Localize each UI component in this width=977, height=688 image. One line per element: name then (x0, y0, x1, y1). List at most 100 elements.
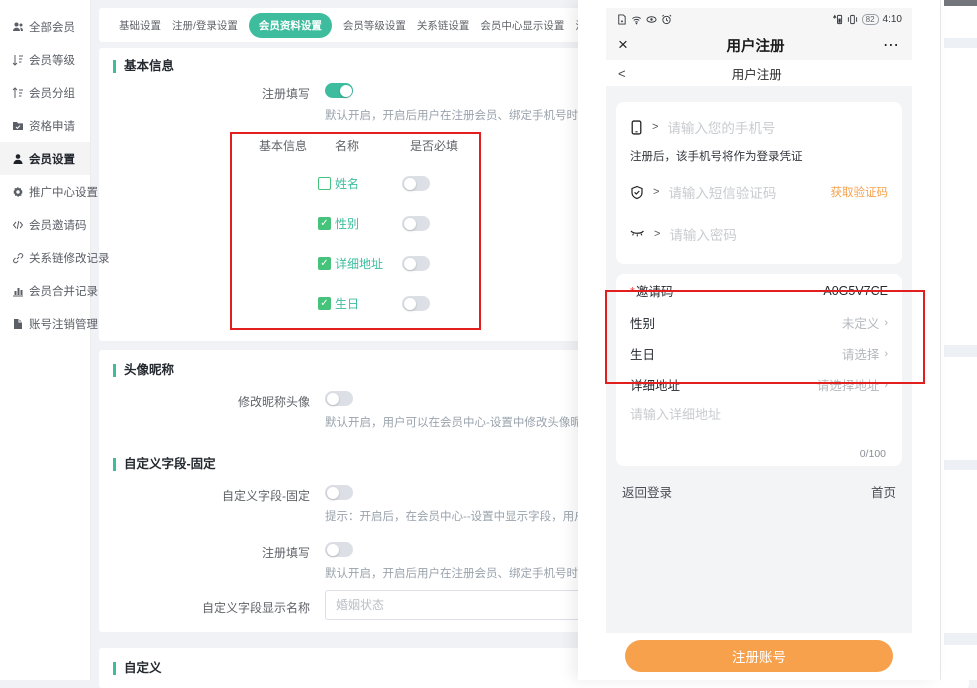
status-right-icons: 82 4:10 (832, 14, 902, 25)
row-label: 生日 (630, 344, 655, 363)
password-row[interactable]: > 请输入密码 (630, 214, 888, 254)
field-row-name: 姓名 (318, 175, 359, 192)
status-time: 4:10 (883, 14, 902, 25)
chevron-right-icon: > (653, 186, 659, 198)
invite-code-value: A0G5V7CE (823, 284, 888, 298)
section-title-custom: 自定义 (113, 662, 162, 675)
required-toggle-gender[interactable] (402, 216, 430, 231)
sidebar-item-all-members[interactable]: 全部会员 (0, 10, 90, 43)
tab-member-center-display[interactable]: 会员中心显示设置 (480, 18, 564, 33)
eye-closed-icon (630, 229, 645, 239)
required-asterisk: * (630, 285, 635, 299)
eye-comfort-icon (646, 14, 657, 25)
register-account-button[interactable]: 注册账号 (625, 640, 893, 672)
page-nav-title: 用户注册 (626, 64, 888, 83)
file-icon (11, 317, 24, 330)
sidebar-item-merge-log[interactable]: 会员合并记录 (0, 274, 90, 307)
home-link[interactable]: 首页 (871, 482, 896, 501)
phone-body: > 请输入您的手机号 注册后，该手机号将作为登录凭证 > 请输入短信验证码 获取… (606, 86, 912, 633)
close-icon[interactable]: × (618, 35, 628, 55)
sim-card-icon (616, 14, 627, 25)
sort-level-icon (11, 53, 24, 66)
field-label: 性别 (335, 215, 359, 232)
table-header-required: 是否必填 (410, 137, 458, 154)
gear-icon (11, 185, 24, 198)
sidebar-item-qualification[interactable]: 资格申请 (0, 109, 90, 142)
modify-nickname-label: 修改昵称头像 (119, 393, 310, 410)
phone-footer-links: 返回登录 首页 (616, 466, 902, 501)
back-to-login-link[interactable]: 返回登录 (622, 482, 672, 501)
section-title-avatar-nickname: 头像昵称 (113, 364, 174, 377)
bar-chart-icon (11, 284, 24, 297)
sidebar-item-account-cancel[interactable]: 账号注销管理 (0, 307, 90, 340)
section-title-basic-info: 基本信息 (113, 60, 174, 73)
wifi-icon (631, 14, 642, 25)
register-fill-toggle[interactable] (325, 83, 353, 98)
row-value: 未定义 (842, 313, 880, 332)
modify-nickname-toggle[interactable] (325, 391, 353, 406)
background-band (944, 0, 977, 6)
smartphone-icon (630, 120, 643, 135)
required-toggle-address[interactable] (402, 256, 430, 271)
sidebar-item-promotion-settings[interactable]: 推广中心设置 (0, 175, 90, 208)
more-icon[interactable]: ⋯ (883, 35, 900, 55)
mobile-placeholder: 请输入您的手机号 (667, 117, 888, 137)
address-select-row[interactable]: 详细地址 请选择地址› (630, 369, 888, 400)
tab-relation-chain-settings[interactable]: 关系链设置 (417, 18, 470, 33)
folder-check-icon (11, 119, 24, 132)
row-value: 请选择 (842, 344, 880, 363)
required-toggle-name[interactable] (402, 176, 430, 191)
invite-code-row[interactable]: *邀请码 A0G5V7CE (630, 274, 888, 307)
tab-basic-settings[interactable]: 基础设置 (119, 18, 161, 33)
users-icon (11, 20, 24, 33)
get-code-button[interactable]: 获取验证码 (831, 184, 889, 200)
birthday-select-row[interactable]: 生日 请选择› (630, 338, 888, 369)
battery-icon: 82 (862, 14, 879, 25)
sidebar-item-invite-code[interactable]: 会员邀请码 (0, 208, 90, 241)
checkbox-gender[interactable]: ✓ (318, 217, 331, 230)
credentials-card: > 请输入您的手机号 注册后，该手机号将作为登录凭证 > 请输入短信验证码 获取… (616, 102, 902, 264)
tab-member-level-settings[interactable]: 会员等级设置 (343, 18, 406, 33)
mobile-note: 注册后，该手机号将作为登录凭证 (630, 146, 888, 170)
sms-code-row[interactable]: > 请输入短信验证码 获取验证码 (630, 170, 888, 214)
sidebar-item-label: 推广中心设置 (29, 184, 98, 200)
background-page-strip (940, 0, 977, 680)
tab-register-login-settings[interactable]: 注册/登录设置 (172, 18, 238, 33)
custom-fixed-toggle[interactable] (325, 485, 353, 500)
field-row-birthday: ✓ 生日 (318, 295, 359, 312)
required-toggle-birthday[interactable] (402, 296, 430, 311)
checkbox-birthday[interactable]: ✓ (318, 297, 331, 310)
row-label: 详细地址 (630, 375, 680, 394)
sidebar-item-member-level[interactable]: 会员等级 (0, 43, 90, 76)
phone-screen: 82 4:10 × 用户注册 ⋯ < 用户注册 > 请输入您的手机号 注册后，该… (606, 8, 912, 633)
register-fill-label: 注册填写 (119, 85, 310, 102)
modify-nickname-helper: 默认开启，用户可以在会员中心-设置中修改头像昵称 (325, 414, 593, 430)
custom-register-fill-toggle[interactable] (325, 542, 353, 557)
phone-preview-panel: 82 4:10 × 用户注册 ⋯ < 用户注册 > 请输入您的手机号 注册后，该… (578, 0, 940, 680)
chevron-right-icon: > (652, 121, 658, 133)
status-left-icons (616, 14, 672, 25)
char-counter: 0/100 (860, 448, 886, 460)
section-title-custom-fixed: 自定义字段-固定 (113, 458, 216, 471)
background-band (944, 38, 977, 48)
field-label: 详细地址 (335, 255, 383, 272)
address-placeholder: 请输入详细地址 (630, 404, 888, 423)
sidebar-item-member-group[interactable]: 会员分组 (0, 76, 90, 109)
mobile-input-row[interactable]: > 请输入您的手机号 (630, 108, 888, 146)
gender-select-row[interactable]: 性别 未定义› (630, 307, 888, 338)
checkbox-name[interactable] (318, 177, 331, 190)
custom-register-fill-label: 注册填写 (119, 544, 310, 561)
sidebar-item-label: 会员合并记录 (29, 283, 98, 299)
sidebar-item-relation-log[interactable]: 关系链修改记录 (0, 241, 90, 274)
code-icon (11, 218, 24, 231)
sidebar-item-label: 会员邀请码 (29, 217, 87, 233)
back-chevron-icon[interactable]: < (618, 66, 626, 81)
alarm-icon (661, 14, 672, 25)
sidebar-item-member-settings[interactable]: 会员设置 (0, 142, 90, 175)
tab-member-profile-settings[interactable]: 会员资料设置 (249, 13, 332, 38)
display-name-label: 自定义字段显示名称 (119, 599, 310, 616)
checkbox-address[interactable]: ✓ (318, 257, 331, 270)
address-textarea[interactable]: 请输入详细地址 0/100 (630, 400, 888, 466)
table-header-name: 名称 (335, 137, 359, 154)
field-row-gender: ✓ 性别 (318, 215, 359, 232)
